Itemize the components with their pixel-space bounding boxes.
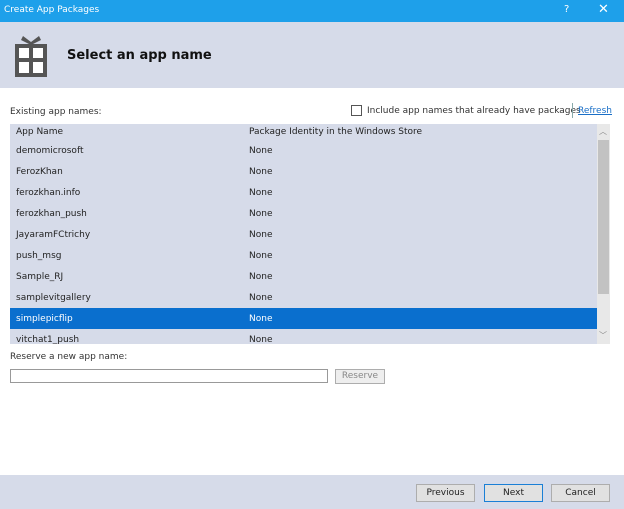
package-identity-cell: None: [249, 293, 273, 303]
table-header: App Name Package Identity in the Windows…: [10, 124, 610, 140]
table-row[interactable]: vitchat1_push None: [10, 329, 610, 344]
scrollbar[interactable]: ︿ ﹀: [597, 124, 610, 344]
table-row[interactable]: samplevitgallery None: [10, 287, 610, 308]
reserve-button[interactable]: Reserve: [335, 369, 385, 384]
package-identity-cell: None: [249, 188, 273, 198]
header-banner: Select an app name: [0, 22, 624, 88]
package-identity-cell: None: [249, 251, 273, 261]
column-app-name[interactable]: App Name: [16, 127, 63, 137]
package-identity-cell: None: [249, 272, 273, 282]
table-row[interactable]: push_msg None: [10, 245, 610, 266]
next-button[interactable]: Next: [484, 484, 543, 502]
app-name-cell: ferozkhan_push: [16, 209, 87, 219]
reserve-label: Reserve a new app name:: [10, 352, 128, 362]
app-name-cell: simplepicflip: [16, 314, 73, 324]
scroll-up-icon[interactable]: ︿: [599, 126, 607, 137]
package-identity-cell: None: [249, 146, 273, 156]
app-name-cell: ferozkhan.info: [16, 188, 81, 198]
app-name-cell: Sample_RJ: [16, 272, 64, 282]
previous-button[interactable]: Previous: [416, 484, 475, 502]
new-app-name-input[interactable]: [10, 369, 328, 383]
scroll-thumb[interactable]: [598, 140, 609, 294]
package-identity-cell: None: [249, 335, 273, 344]
package-identity-cell: None: [249, 314, 273, 324]
app-names-table: App Name Package Identity in the Windows…: [10, 124, 610, 344]
window-title: Create App Packages: [4, 5, 100, 15]
gift-icon: [15, 36, 47, 77]
app-name-cell: demomicrosoft: [16, 146, 84, 156]
table-row[interactable]: simplepicflip None: [10, 308, 610, 329]
divider: [572, 103, 573, 118]
include-packaged-checkbox[interactable]: [351, 105, 362, 116]
title-bar: Create App Packages ? ✕: [0, 0, 624, 22]
table-row[interactable]: demomicrosoft None: [10, 140, 610, 161]
cancel-button[interactable]: Cancel: [551, 484, 610, 502]
table-row[interactable]: ferozkhan.info None: [10, 182, 610, 203]
footer: Previous Next Cancel: [0, 475, 624, 509]
include-label[interactable]: Include app names that already have pack…: [367, 106, 581, 116]
refresh-link[interactable]: Refresh: [578, 106, 612, 116]
table-row[interactable]: Sample_RJ None: [10, 266, 610, 287]
package-identity-cell: None: [249, 230, 273, 240]
table-row[interactable]: JayaramFCtrichy None: [10, 224, 610, 245]
help-button[interactable]: ?: [564, 4, 569, 15]
page-title: Select an app name: [67, 48, 212, 63]
app-name-cell: JayaramFCtrichy: [16, 230, 91, 240]
app-name-cell: push_msg: [16, 251, 62, 261]
package-identity-cell: None: [249, 209, 273, 219]
package-identity-cell: None: [249, 167, 273, 177]
existing-label: Existing app names:: [10, 107, 102, 117]
app-name-cell: FerozKhan: [16, 167, 63, 177]
table-row[interactable]: ferozkhan_push None: [10, 203, 610, 224]
app-name-cell: vitchat1_push: [16, 335, 80, 344]
scroll-down-icon[interactable]: ﹀: [599, 330, 607, 341]
column-package-identity[interactable]: Package Identity in the Windows Store: [249, 127, 422, 137]
app-name-cell: samplevitgallery: [16, 293, 91, 303]
close-button[interactable]: ✕: [598, 2, 609, 17]
table-row[interactable]: FerozKhan None: [10, 161, 610, 182]
